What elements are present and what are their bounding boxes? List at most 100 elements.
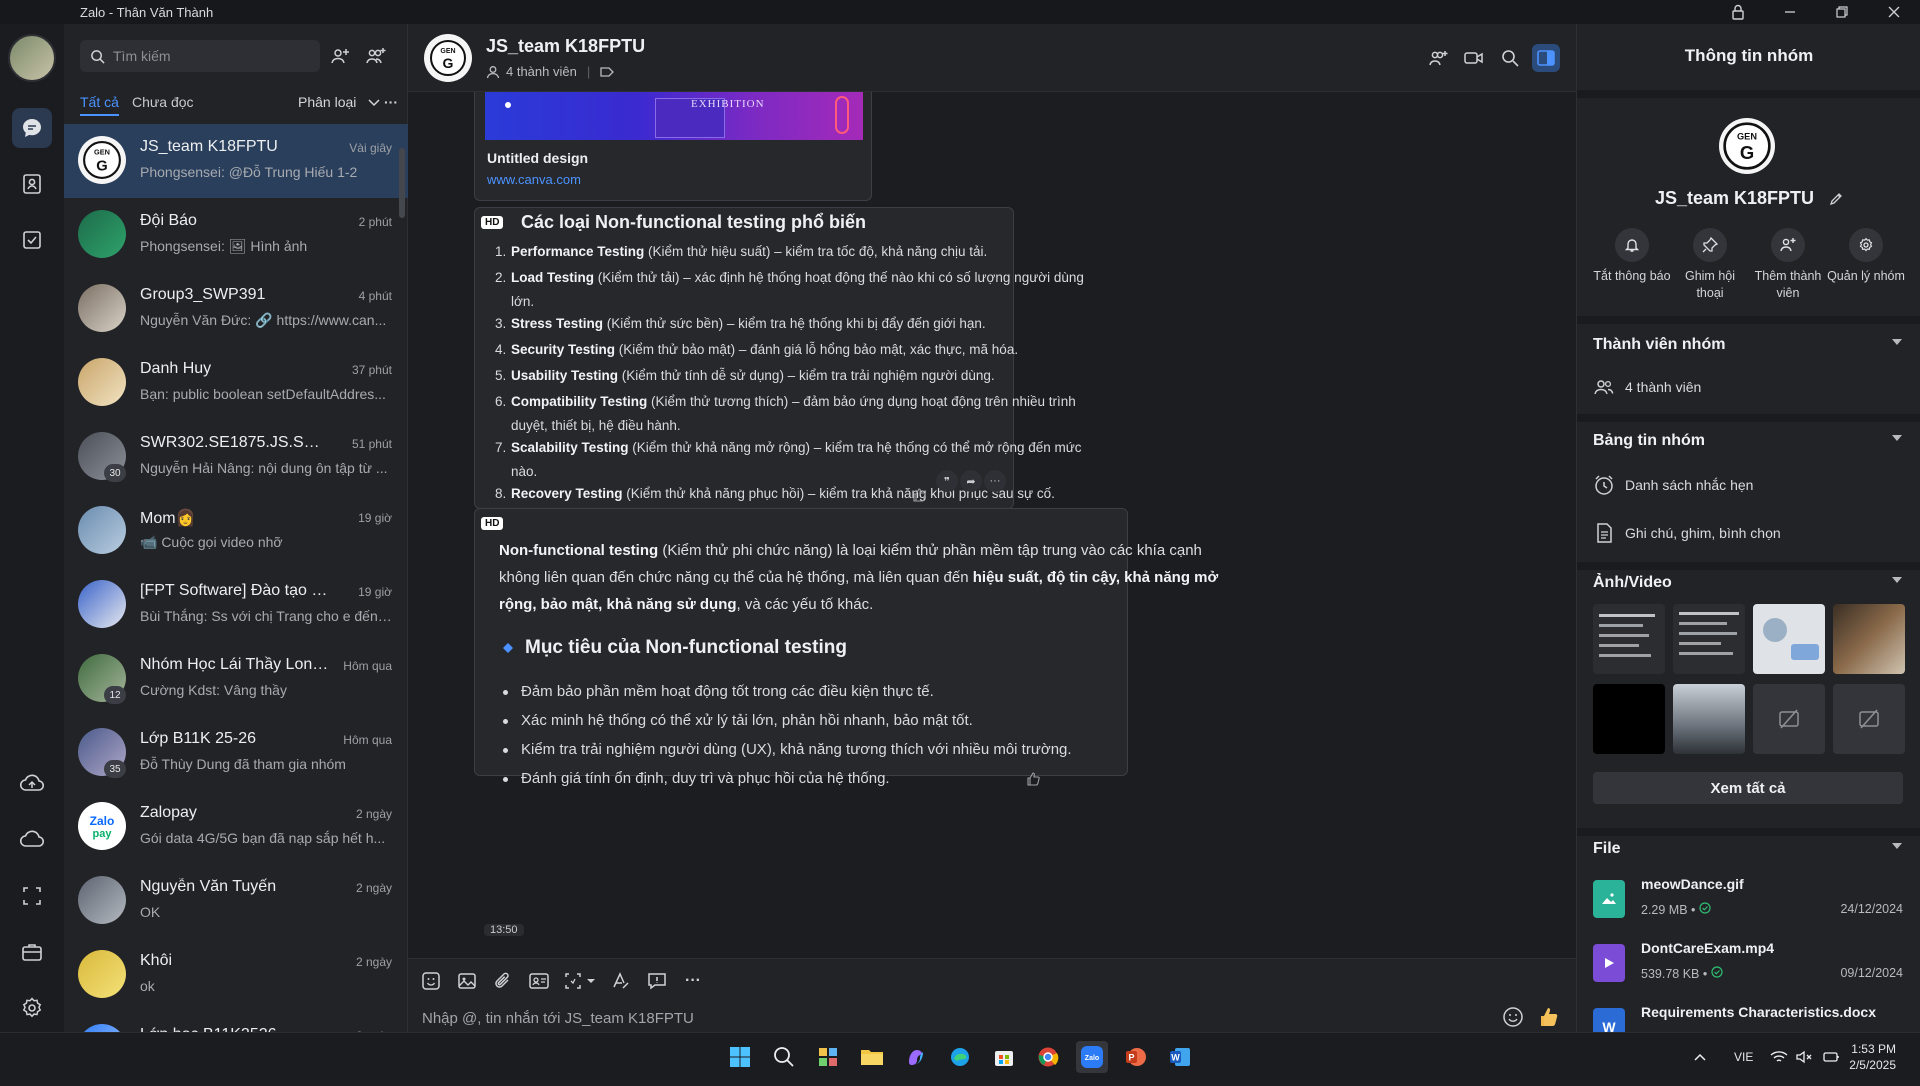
format-text-icon[interactable] bbox=[606, 967, 636, 995]
like-icon[interactable] bbox=[1022, 770, 1044, 788]
files-section-header[interactable]: File bbox=[1593, 840, 1903, 858]
members-row[interactable]: 4 thành viên bbox=[1593, 378, 1903, 396]
scrollbar[interactable] bbox=[399, 148, 405, 218]
link-preview-url[interactable]: www.canva.com bbox=[487, 172, 581, 187]
conversation-item[interactable]: 30 SWR302.SE1875.JS.SPR25 51 phút Nguyễn Hả… bbox=[64, 420, 408, 494]
copilot-icon[interactable] bbox=[900, 1041, 932, 1073]
conversation-item[interactable]: Đội Báo 2 phút Phongsensei: 🖼 Hình ảnh bbox=[64, 198, 408, 272]
quote-icon[interactable]: ❞ bbox=[936, 470, 958, 492]
quick-like-icon[interactable] bbox=[1534, 1003, 1564, 1031]
media-thumbnail[interactable] bbox=[1833, 604, 1905, 674]
contact-card-icon[interactable] bbox=[524, 967, 554, 995]
messages-icon[interactable] bbox=[12, 108, 52, 148]
file-item[interactable]: DontCareExam.mp4 539.78 KB • 09/12/2024 bbox=[1593, 938, 1903, 990]
notes-row[interactable]: Ghi chú, ghim, bình chọn bbox=[1593, 522, 1903, 544]
media-thumbnail[interactable] bbox=[1753, 604, 1825, 674]
video-call-icon[interactable] bbox=[1460, 44, 1488, 72]
group-avatar[interactable]: GEN G bbox=[424, 34, 472, 82]
media-section-header[interactable]: Ảnh/Video bbox=[1593, 574, 1903, 592]
like-icon[interactable] bbox=[908, 486, 930, 504]
search-box[interactable] bbox=[80, 40, 320, 72]
chrome-icon[interactable] bbox=[1032, 1041, 1064, 1073]
edge-icon[interactable] bbox=[944, 1041, 976, 1073]
volume-muted-icon[interactable] bbox=[1796, 1033, 1814, 1081]
more-options-icon[interactable]: ··· bbox=[384, 94, 398, 110]
file-item[interactable]: meowDance.gif 2.29 MB • 24/12/2024 bbox=[1593, 874, 1903, 926]
conversation-item[interactable]: 12 Nhóm Học Lái Thầy Long ... Hôm qua Cường… bbox=[64, 642, 408, 716]
battery-icon[interactable] bbox=[1822, 1033, 1840, 1081]
create-group-icon[interactable] bbox=[362, 42, 390, 70]
tab-all[interactable]: Tất cả bbox=[80, 94, 119, 116]
link-preview-card[interactable]: EXHIBITION Untitled design www.canva.com bbox=[474, 92, 872, 201]
message-input[interactable] bbox=[422, 1007, 1402, 1029]
more-tools-icon[interactable]: ··· bbox=[678, 967, 708, 995]
forward-icon[interactable]: ➦ bbox=[960, 470, 982, 492]
add-member-button[interactable]: Thêm thành viên bbox=[1749, 228, 1827, 302]
zalo-icon[interactable]: Zalo bbox=[1076, 1041, 1108, 1073]
add-friend-icon[interactable] bbox=[326, 42, 354, 70]
message-bubble[interactable]: HD Các loại Non-functional testing phổ b… bbox=[474, 207, 1084, 509]
conversation-item[interactable]: Zalo pay Zalopay 2 ngày Gói data 4G/5G bạn đ… bbox=[64, 790, 408, 864]
more-icon[interactable]: ··· bbox=[984, 470, 1006, 492]
wifi-icon[interactable] bbox=[1770, 1033, 1788, 1081]
quick-message-icon[interactable] bbox=[642, 967, 672, 995]
settings-icon[interactable] bbox=[12, 988, 52, 1028]
system-clock[interactable]: 1:53 PM 2/5/2025 bbox=[1849, 1041, 1896, 1073]
todo-icon[interactable] bbox=[12, 220, 52, 260]
tag-icon[interactable] bbox=[600, 66, 615, 78]
restore-button[interactable] bbox=[1816, 0, 1868, 24]
members-section-header[interactable]: Thành viên nhóm bbox=[1593, 336, 1903, 354]
lock-icon[interactable] bbox=[1712, 0, 1764, 24]
media-thumbnail[interactable] bbox=[1593, 684, 1665, 754]
media-thumbnail[interactable] bbox=[1833, 684, 1905, 754]
language-indicator[interactable]: VIE bbox=[1734, 1033, 1753, 1081]
conversation-item[interactable]: Mom👩 19 giờ 📹 Cuộc gọi video nhỡ bbox=[64, 494, 408, 568]
screenshot-icon[interactable] bbox=[12, 876, 52, 916]
media-thumbnail[interactable] bbox=[1753, 684, 1825, 754]
media-thumbnail[interactable] bbox=[1673, 684, 1745, 754]
tab-unread[interactable]: Chưa đọc bbox=[132, 94, 194, 110]
word-icon[interactable]: W bbox=[1164, 1041, 1196, 1073]
conversation-item[interactable]: Khôi 2 ngày ok bbox=[64, 938, 408, 1012]
widgets-icon[interactable] bbox=[812, 1041, 844, 1073]
tray-overflow-icon[interactable] bbox=[1694, 1033, 1706, 1081]
member-count[interactable]: 4 thành viên | bbox=[486, 64, 615, 79]
manage-group-button[interactable]: Quản lý nhóm bbox=[1827, 228, 1905, 285]
conversation-item[interactable]: [FPT Software] Đào tạo FU J... 19 giờ Bùi … bbox=[64, 568, 408, 642]
image-icon[interactable] bbox=[452, 967, 482, 995]
edit-icon[interactable] bbox=[1829, 192, 1843, 206]
search-input[interactable] bbox=[113, 48, 303, 64]
see-all-button[interactable]: Xem tất cả bbox=[1593, 772, 1903, 804]
contacts-icon[interactable] bbox=[12, 164, 52, 204]
add-member-icon[interactable] bbox=[1424, 44, 1452, 72]
toggle-info-panel-icon[interactable] bbox=[1532, 44, 1560, 72]
cloud-sync-icon[interactable] bbox=[12, 764, 52, 804]
conversation-item[interactable]: GEN G JS_team K18FPTU Vài giây Phongsensei: … bbox=[64, 124, 408, 198]
avatar[interactable] bbox=[8, 34, 56, 82]
minimize-button[interactable] bbox=[1764, 0, 1816, 24]
powerpoint-icon[interactable]: P bbox=[1120, 1041, 1152, 1073]
pin-conversation-button[interactable]: Ghim hội thoại bbox=[1671, 228, 1749, 302]
sticker-icon[interactable] bbox=[416, 967, 446, 995]
reminders-row[interactable]: Danh sách nhắc hẹn bbox=[1593, 474, 1903, 496]
store-icon[interactable] bbox=[988, 1041, 1020, 1073]
board-section-header[interactable]: Bảng tin nhóm bbox=[1593, 432, 1903, 450]
cloud-icon[interactable] bbox=[12, 820, 52, 860]
message-bubble[interactable]: HD Non-functional testing (Kiểm thử phi … bbox=[474, 508, 1218, 787]
media-thumbnail[interactable] bbox=[1673, 604, 1745, 674]
classify-dropdown[interactable]: Phân loại bbox=[298, 94, 380, 110]
start-icon[interactable] bbox=[724, 1041, 756, 1073]
search-icon[interactable] bbox=[768, 1041, 800, 1073]
conversation-item[interactable]: 35 Lớp B11K 25-26 Hôm qua Đỗ Thùy Dung đã t… bbox=[64, 716, 408, 790]
close-button[interactable] bbox=[1868, 0, 1920, 24]
media-thumbnail[interactable] bbox=[1593, 604, 1665, 674]
search-icon[interactable] bbox=[1496, 44, 1524, 72]
file-explorer-icon[interactable] bbox=[856, 1041, 888, 1073]
conversation-item[interactable]: Nguyễn Văn Tuyến 2 ngày OK bbox=[64, 864, 408, 938]
attachment-icon[interactable] bbox=[488, 967, 518, 995]
message-area[interactable]: EXHIBITION Untitled design www.canva.com… bbox=[408, 92, 1576, 958]
screen-capture-icon[interactable] bbox=[560, 967, 600, 995]
group-avatar[interactable]: GEN G bbox=[1719, 118, 1775, 174]
emoji-icon[interactable] bbox=[1498, 1003, 1528, 1031]
conversation-item[interactable]: Group3_SWP391 4 phút Nguyễn Văn Đức: 🔗 htt… bbox=[64, 272, 408, 346]
